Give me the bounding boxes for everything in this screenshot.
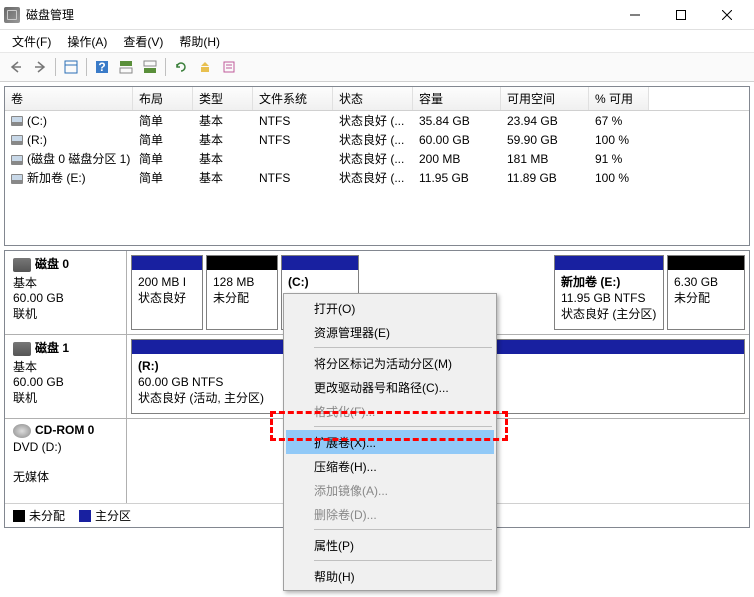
- volume-row[interactable]: 新加卷 (E:) 简单基本NTFS 状态良好 (...11.95 GB11.89…: [5, 168, 749, 187]
- ctx-open[interactable]: 打开(O): [286, 296, 494, 320]
- window-title: 磁盘管理: [26, 6, 612, 23]
- menu-view[interactable]: 查看(V): [115, 31, 171, 52]
- col-layout[interactable]: 布局: [133, 87, 193, 110]
- legend-swatch-primary: [79, 510, 91, 522]
- titlebar: 磁盘管理: [0, 0, 754, 30]
- volume-row[interactable]: (磁盘 0 磁盘分区 1) 简单基本 状态良好 (...200 MB181 MB…: [5, 149, 749, 168]
- svg-text:?: ?: [98, 60, 105, 74]
- menu-action[interactable]: 操作(A): [59, 31, 115, 52]
- legend-swatch-unalloc: [13, 510, 25, 522]
- col-type[interactable]: 类型: [193, 87, 253, 110]
- col-volume[interactable]: 卷: [5, 87, 133, 110]
- col-capacity[interactable]: 容量: [413, 87, 501, 110]
- volume-list-header: 卷 布局 类型 文件系统 状态 容量 可用空间 % 可用: [5, 87, 749, 111]
- forward-button[interactable]: [29, 56, 51, 78]
- col-free[interactable]: 可用空间: [501, 87, 589, 110]
- disk-icon: [13, 258, 31, 272]
- menu-help[interactable]: 帮助(H): [171, 31, 228, 52]
- settings-top-button[interactable]: [115, 56, 137, 78]
- close-button[interactable]: [704, 0, 750, 30]
- volume-icon: [11, 174, 23, 184]
- partition[interactable]: 128 MB未分配: [206, 255, 278, 330]
- ctx-delete: 删除卷(D)...: [286, 502, 494, 526]
- disk-icon: [13, 342, 31, 356]
- menu-file[interactable]: 文件(F): [4, 31, 59, 52]
- view-button[interactable]: [60, 56, 82, 78]
- volume-icon: [11, 155, 23, 165]
- refresh-button[interactable]: [170, 56, 192, 78]
- toolbar: ?: [0, 52, 754, 82]
- partition[interactable]: 新加卷 (E:)11.95 GB NTFS状态良好 (主分区): [554, 255, 664, 330]
- volume-row[interactable]: (R:) 简单基本NTFS 状态良好 (...60.00 GB59.90 GB1…: [5, 130, 749, 149]
- volume-row[interactable]: (C:) 简单基本NTFS 状态良好 (...35.84 GB23.94 GB6…: [5, 111, 749, 130]
- partition[interactable]: 200 MB I状态良好: [131, 255, 203, 330]
- eject-button[interactable]: [194, 56, 216, 78]
- partition[interactable]: 6.30 GB未分配: [667, 255, 745, 330]
- ctx-changedrive[interactable]: 更改驱动器号和路径(C)...: [286, 375, 494, 399]
- col-status[interactable]: 状态: [333, 87, 413, 110]
- cdrom-icon: [13, 424, 31, 438]
- menubar: 文件(F) 操作(A) 查看(V) 帮助(H): [0, 30, 754, 52]
- properties-button[interactable]: [218, 56, 240, 78]
- minimize-button[interactable]: [612, 0, 658, 30]
- ctx-explorer[interactable]: 资源管理器(E): [286, 320, 494, 344]
- col-pct[interactable]: % 可用: [589, 87, 649, 110]
- ctx-addmirror: 添加镜像(A)...: [286, 478, 494, 502]
- volume-list: 卷 布局 类型 文件系统 状态 容量 可用空间 % 可用 (C:) 简单基本NT…: [4, 86, 750, 246]
- legend-unalloc: 未分配: [29, 507, 65, 524]
- settings-bottom-button[interactable]: [139, 56, 161, 78]
- ctx-extend[interactable]: 扩展卷(X)...: [286, 430, 494, 454]
- legend-primary: 主分区: [95, 507, 131, 524]
- app-icon: [4, 7, 20, 23]
- back-button[interactable]: [5, 56, 27, 78]
- help-button[interactable]: ?: [91, 56, 113, 78]
- volume-icon: [11, 116, 23, 126]
- ctx-format: 格式化(F)...: [286, 399, 494, 423]
- col-fs[interactable]: 文件系统: [253, 87, 333, 110]
- ctx-properties[interactable]: 属性(P): [286, 533, 494, 557]
- volume-icon: [11, 135, 23, 145]
- maximize-button[interactable]: [658, 0, 704, 30]
- ctx-help[interactable]: 帮助(H): [286, 564, 494, 588]
- ctx-shrink[interactable]: 压缩卷(H)...: [286, 454, 494, 478]
- ctx-markactive[interactable]: 将分区标记为活动分区(M): [286, 351, 494, 375]
- context-menu: 打开(O) 资源管理器(E) 将分区标记为活动分区(M) 更改驱动器号和路径(C…: [283, 293, 497, 591]
